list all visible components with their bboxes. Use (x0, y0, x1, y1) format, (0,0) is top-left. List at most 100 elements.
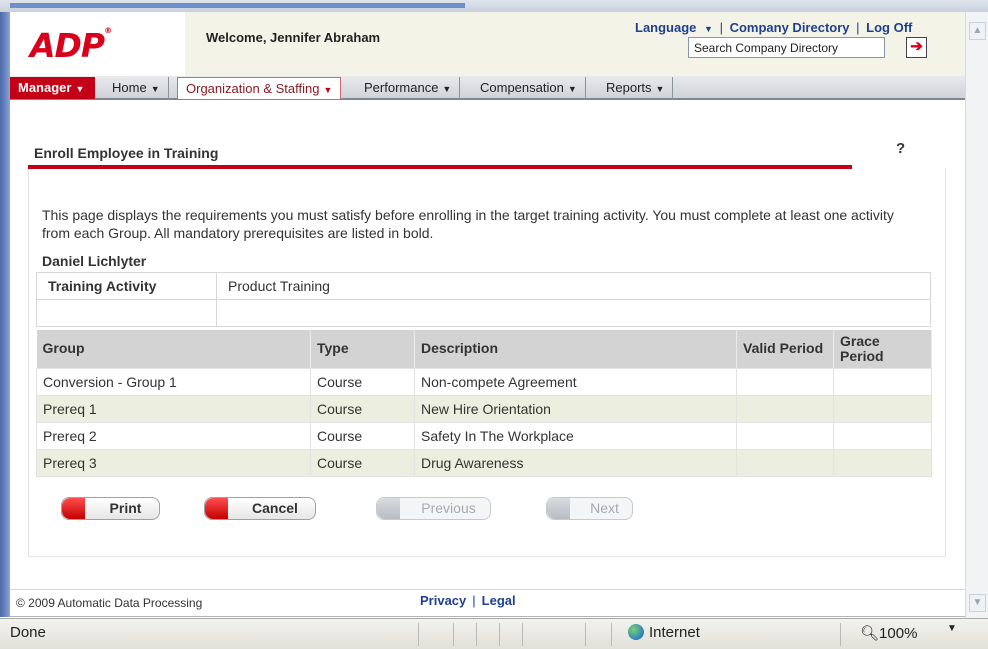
cell-valid-period (736, 367, 834, 396)
button-cap-icon (205, 498, 228, 519)
table-row: Prereq 3 Course Drug Awareness (36, 448, 932, 477)
chevron-down-icon: ▼ (75, 84, 85, 94)
next-button-label: Next (590, 500, 619, 516)
col-header-grace-period: Grace Period (833, 330, 932, 368)
cell-type: Course (310, 394, 415, 423)
nav-home-label: Home (112, 80, 147, 95)
status-divider (476, 623, 477, 646)
print-button[interactable]: Print (61, 497, 160, 520)
help-icon[interactable]: ? (896, 140, 905, 157)
vertical-scrollbar[interactable]: ▲ ▼ (965, 12, 988, 618)
nav-organization-staffing-label: Organization & Staffing (186, 81, 320, 96)
table-row: Conversion - Group 1 Course Non-compete … (36, 367, 932, 396)
cell-grace-period (833, 448, 932, 477)
employee-name: Daniel Lichlyter (42, 253, 147, 269)
footer-bottom-line (10, 616, 965, 617)
search-go-icon[interactable]: ➔ (906, 37, 927, 58)
adp-logo[interactable]: ADP® (30, 26, 112, 65)
blank-cell (216, 299, 931, 327)
search-input[interactable]: Search Company Directory (688, 37, 885, 58)
status-divider (585, 623, 586, 646)
window-tab-highlight (10, 3, 465, 8)
nav-compensation[interactable]: Compensation ▼ (472, 77, 586, 99)
zone-label: Internet (649, 624, 700, 641)
cell-valid-period (736, 394, 834, 423)
top-links: Language ▼ | Company Directory | Log Off (635, 20, 912, 35)
main-nav: Manager ▼ Home ▼ Organization & Staffing ▼ … (10, 76, 965, 100)
cell-group: Prereq 2 (36, 421, 311, 450)
cell-group: Conversion - Group 1 (36, 367, 311, 396)
table-header-row: Group Type Description Valid Period Grac… (36, 330, 932, 368)
cell-group: Prereq 1 (36, 394, 311, 423)
chevron-down-icon: ▼ (567, 84, 577, 94)
scroll-down-icon[interactable]: ▼ (969, 594, 986, 612)
status-divider (499, 623, 500, 646)
nav-reports-label: Reports (606, 80, 652, 95)
cell-description: Non-compete Agreement (414, 367, 737, 396)
training-info-table: Training Activity Product Training (36, 272, 931, 327)
status-divider (522, 623, 523, 646)
window-top-strip (0, 0, 988, 12)
cell-grace-period (833, 367, 932, 396)
registered-mark: ® (104, 26, 112, 35)
zoom-level[interactable]: 🔍︎100% (860, 624, 917, 642)
nav-reports[interactable]: Reports ▼ (598, 77, 674, 99)
zoom-label: 100% (879, 625, 918, 642)
status-divider (840, 623, 841, 646)
nav-organization-staffing[interactable]: Organization & Staffing ▼ (177, 77, 342, 99)
window-left-edge (0, 12, 10, 617)
blank-row (36, 299, 931, 327)
chevron-down-icon[interactable]: ▼ (947, 623, 957, 634)
col-header-valid-period: Valid Period (736, 330, 834, 368)
security-zone[interactable]: Internet (628, 624, 700, 641)
status-text: Done (10, 624, 46, 641)
chevron-down-icon: ▼ (323, 85, 333, 95)
welcome-text: Welcome, Jennifer Abraham (206, 30, 381, 45)
col-header-type: Type (310, 330, 415, 368)
cancel-button[interactable]: Cancel (204, 497, 316, 520)
cell-description: Drug Awareness (414, 448, 737, 477)
training-activity-row: Training Activity Product Training (36, 272, 931, 300)
previous-button[interactable]: Previous (376, 497, 491, 520)
browser-status-bar: Done Internet 🔍︎100% ▼ (0, 618, 988, 649)
company-directory-link[interactable]: Company Directory (730, 20, 850, 35)
previous-button-label: Previous (421, 500, 476, 516)
nav-manager[interactable]: Manager ▼ (10, 77, 95, 99)
next-button[interactable]: Next (546, 497, 633, 520)
privacy-link[interactable]: Privacy (420, 593, 466, 608)
button-cap-icon (547, 498, 570, 519)
globe-icon (628, 624, 644, 640)
language-menu[interactable]: Language ▼ (635, 20, 713, 35)
cell-description: New Hire Orientation (414, 394, 737, 423)
cell-valid-period (736, 448, 834, 477)
nav-performance[interactable]: Performance ▼ (356, 77, 461, 99)
title-underline (28, 165, 852, 169)
cell-type: Course (310, 421, 415, 450)
nav-compensation-label: Compensation (480, 80, 564, 95)
table-row: Prereq 1 Course New Hire Orientation (36, 394, 932, 423)
chevron-down-icon: ▼ (442, 84, 452, 94)
cell-grace-period (833, 394, 932, 423)
blank-cell (36, 299, 217, 327)
training-activity-label: Training Activity (36, 272, 217, 300)
status-divider (418, 623, 419, 646)
cell-grace-period (833, 421, 932, 450)
footer-divider (10, 589, 965, 590)
legal-link[interactable]: Legal (482, 593, 516, 608)
link-separator: | (472, 593, 476, 608)
footer-links: Privacy | Legal (420, 593, 516, 608)
page-title: Enroll Employee in Training (34, 145, 219, 161)
cell-group: Prereq 3 (36, 448, 311, 477)
zoom-icon: 🔍︎ (860, 625, 880, 642)
chevron-down-icon: ▼ (150, 84, 160, 94)
language-label: Language (635, 20, 697, 35)
col-header-group: Group (36, 330, 311, 368)
scroll-up-icon[interactable]: ▲ (969, 22, 986, 40)
cancel-button-label: Cancel (252, 500, 298, 516)
nav-home[interactable]: Home ▼ (104, 77, 169, 99)
log-off-link[interactable]: Log Off (866, 20, 912, 35)
nav-performance-label: Performance (364, 80, 439, 95)
training-activity-value: Product Training (216, 272, 931, 300)
copyright-text: © 2009 Automatic Data Processing (16, 596, 203, 610)
cell-type: Course (310, 448, 415, 477)
